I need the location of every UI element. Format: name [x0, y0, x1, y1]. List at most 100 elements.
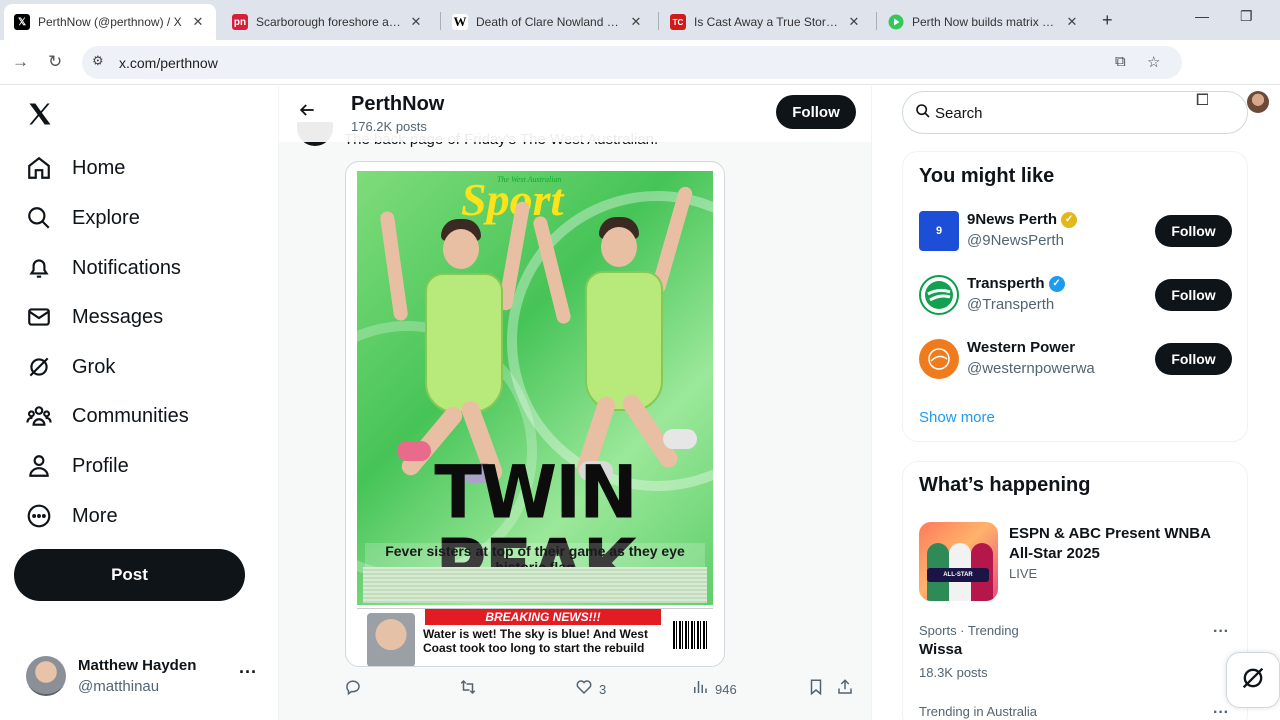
sidebar-item-messages[interactable]: Messages	[26, 297, 163, 337]
forward-icon[interactable]: →	[12, 52, 29, 72]
sidebar-item-label: More	[72, 504, 118, 527]
like-count: 3	[599, 682, 607, 697]
trend-name[interactable]: Wissa	[919, 641, 962, 658]
more-circle-icon	[26, 503, 52, 529]
cover-lower-section: BREAKING NEWS!!! Water is wet! The sky i…	[357, 608, 713, 666]
page-title: PerthNow	[351, 93, 445, 115]
article-columns	[363, 567, 707, 603]
trend-post-count: 18.3K posts	[919, 665, 988, 680]
bookmark-star-icon[interactable]: ☆	[1147, 53, 1160, 71]
sidebar-item-label: Messages	[72, 305, 164, 328]
tab-title: Is Cast Away a True Story? Is	[694, 15, 840, 29]
x-logo-icon: 𝕏	[14, 14, 30, 30]
share-icon	[836, 678, 854, 701]
featured-event-title[interactable]: ESPN & ABC Present WNBA All-Star 2025	[1009, 524, 1229, 564]
close-icon[interactable]: ✕	[190, 14, 206, 30]
verified-blue-badge-icon: ✓	[1048, 275, 1065, 292]
share-button[interactable]	[836, 678, 860, 701]
close-icon[interactable]: ✕	[846, 14, 862, 30]
verified-gold-badge-icon: ✓	[1061, 211, 1078, 228]
grok-floating-button[interactable]	[1226, 652, 1280, 708]
tab-matrix[interactable]: Perth Now builds matrix with ✕	[878, 4, 1090, 40]
post-button[interactable]: Post	[14, 549, 245, 601]
search-input[interactable]	[935, 102, 1225, 124]
show-more-link[interactable]: Show more	[919, 409, 995, 426]
columnist-photo	[367, 613, 415, 666]
tweet-image[interactable]: Sport The West Australian TWIN PEAK Feve…	[345, 161, 725, 667]
close-icon[interactable]: ✕	[1064, 14, 1080, 30]
sidebar-item-communities[interactable]: Communities	[26, 396, 189, 436]
minimize-icon[interactable]: —	[1195, 8, 1209, 24]
x-logo-icon[interactable]	[26, 100, 54, 136]
home-icon	[26, 155, 52, 181]
suggested-account[interactable]: Western Power @westernpowerwa Follow	[919, 337, 1235, 381]
more-horizontal-icon[interactable]: ···	[239, 662, 257, 683]
sidebar-item-label: Notifications	[72, 256, 181, 279]
tab-wikipedia[interactable]: W Death of Clare Nowland - Wikipedia ✕	[442, 4, 654, 40]
sidebar-item-explore[interactable]: Explore	[26, 198, 140, 238]
close-icon[interactable]: ✕	[408, 14, 424, 30]
tab-title: PerthNow (@perthnow) / X	[38, 15, 182, 29]
tab-castaway[interactable]: TC Is Cast Away a True Story? Is ✕	[660, 4, 872, 40]
more-horizontal-icon[interactable]: ···	[1213, 704, 1229, 720]
communities-icon	[26, 403, 52, 429]
grok-icon	[1239, 664, 1267, 697]
account-name: Matthew Hayden	[78, 657, 197, 674]
tab-title: Perth Now builds matrix with	[912, 15, 1058, 29]
bookmark-button[interactable]	[807, 678, 831, 701]
live-status: LIVE	[1009, 566, 1038, 581]
sidebar-item-notifications[interactable]: Notifications	[26, 248, 181, 288]
follow-button[interactable]: Follow	[1155, 279, 1232, 311]
tab-separator	[876, 12, 877, 30]
tab-title: Scarborough foreshore arrest	[256, 15, 402, 29]
site-settings-icon[interactable]: ⚙	[92, 53, 104, 69]
reply-button[interactable]	[344, 678, 368, 701]
browser-profile-avatar[interactable]	[1247, 91, 1269, 113]
mail-icon	[26, 304, 52, 330]
featured-event-image[interactable]: ALL-STAR	[919, 522, 998, 601]
reply-icon	[344, 678, 362, 701]
views-button[interactable]: 946	[691, 678, 737, 701]
sidebar-item-profile[interactable]: Profile	[26, 446, 129, 486]
sidebar-item-grok[interactable]: Grok	[26, 347, 115, 387]
tab-separator	[440, 12, 441, 30]
wikipedia-icon: W	[452, 14, 468, 30]
new-tab-icon[interactable]: +	[1102, 10, 1113, 31]
trend-meta: Sports · Trending	[919, 623, 1019, 638]
suggested-account[interactable]: Transperth ✓ @Transperth Follow	[919, 273, 1235, 317]
sidebar-item-more[interactable]: More	[26, 496, 118, 536]
tab-perthnow-x[interactable]: 𝕏 PerthNow (@perthnow) / X ✕	[4, 4, 216, 40]
more-horizontal-icon[interactable]: ···	[1213, 623, 1229, 641]
back-arrow-icon[interactable]	[297, 100, 317, 126]
sidebar-item-label: Grok	[72, 355, 116, 378]
restore-icon[interactable]: ❐	[1240, 8, 1253, 25]
suggested-account[interactable]: 9 9News Perth ✓ @9NewsPerth Follow	[919, 209, 1235, 253]
bell-icon	[26, 255, 52, 281]
account-switcher[interactable]: Matthew Hayden @matthinau ···	[26, 656, 266, 696]
reload-icon[interactable]: ↻	[48, 52, 62, 72]
install-app-icon[interactable]: ⧉	[1115, 53, 1126, 70]
like-button[interactable]: 3	[575, 678, 606, 701]
sidebar-item-label: Profile	[72, 454, 129, 477]
search-box[interactable]	[902, 91, 1248, 134]
whats-happening-panel: What’s happening ALL-STAR ESPN & ABC Pre…	[902, 461, 1248, 720]
follow-button[interactable]: Follow	[776, 95, 856, 129]
account-handle: @matthinau	[78, 678, 160, 695]
western-power-logo-icon	[919, 339, 959, 379]
account-name-text: 9News Perth	[967, 211, 1058, 228]
follow-button[interactable]: Follow	[1155, 343, 1232, 375]
sidebar-item-label: Explore	[72, 206, 140, 229]
account-name: Western Power	[967, 339, 1075, 356]
close-icon[interactable]: ✕	[628, 14, 644, 30]
follow-button[interactable]: Follow	[1155, 215, 1232, 247]
avatar	[26, 656, 66, 696]
tab-scarborough[interactable]: pn Scarborough foreshore arrest ✕	[222, 4, 434, 40]
play-icon	[888, 14, 904, 30]
newspaper-cover: Sport The West Australian TWIN PEAK Feve…	[357, 171, 713, 605]
profile-header: PerthNow 176.2K posts Follow	[279, 86, 871, 142]
account-name: 9News Perth ✓	[967, 211, 1078, 228]
url-text[interactable]: x.com/perthnow	[119, 55, 218, 71]
omnibox[interactable]: ⚙ x.com/perthnow ⧉ ☆	[82, 46, 1182, 79]
sidebar-item-home[interactable]: Home	[26, 148, 125, 188]
retweet-button[interactable]	[458, 678, 484, 701]
